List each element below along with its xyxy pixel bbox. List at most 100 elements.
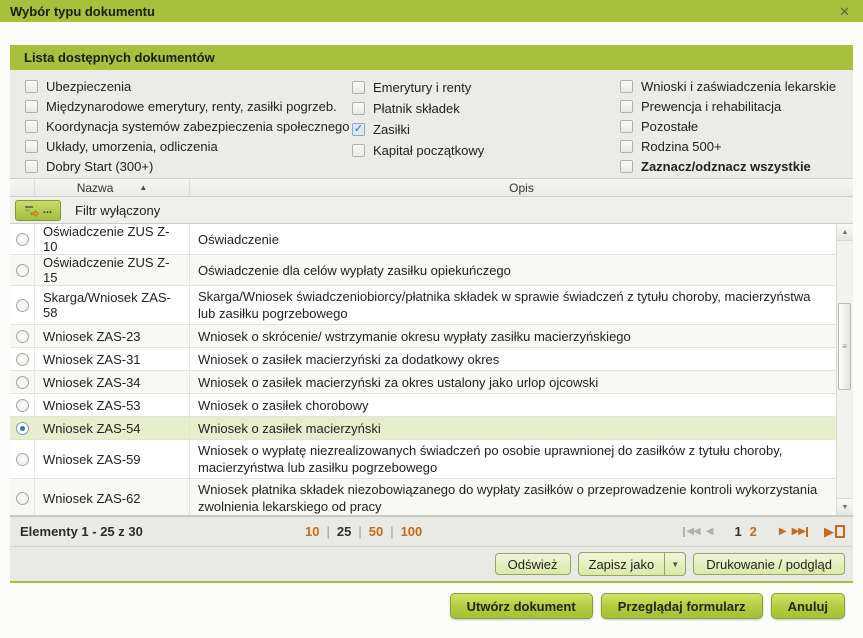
checkbox-icon: ✓ — [620, 140, 633, 153]
table-row[interactable]: Wniosek ZAS-23 Wniosek o skrócenie/ wstr… — [10, 325, 836, 348]
checkbox-icon: ✓ — [352, 123, 365, 136]
checkbox-pozostale[interactable]: ✓ Pozostałe — [620, 119, 853, 135]
checkbox-platnik-skladek[interactable]: ✓ Płatnik składek — [352, 100, 620, 117]
row-name: Oświadczenie ZUS Z-15 — [35, 255, 190, 285]
table-row[interactable]: Wniosek ZAS-53 Wniosek o zasiłek chorobo… — [10, 394, 836, 417]
checkbox-prewencja[interactable]: ✓ Prewencja i rehabilitacja — [620, 99, 853, 115]
cancel-button[interactable]: Anuluj — [771, 593, 845, 619]
goto-page-icon[interactable]: ▶ — [824, 524, 845, 540]
row-name: Wniosek ZAS-23 — [35, 325, 190, 347]
checkbox-ubezpieczenia[interactable]: ✓ Ubezpieczenia — [25, 79, 352, 95]
checkbox-icon: ✓ — [352, 102, 365, 115]
row-radio[interactable] — [10, 479, 35, 516]
page-size-50[interactable]: 50 — [369, 524, 383, 539]
row-desc: Wniosek o zasiłek macierzyński za okres … — [190, 371, 836, 393]
page-size-selector: 10 | 25 | 50 | 100 — [305, 524, 422, 539]
results-summary: Elementy 1 - 25 z 30 — [20, 524, 143, 539]
checkbox-rodzina-500[interactable]: ✓ Rodzina 500+ — [620, 138, 853, 154]
row-radio[interactable] — [10, 417, 35, 439]
table-row[interactable]: Wniosek ZAS-62 Wniosek płatnika składek … — [10, 479, 836, 516]
row-radio[interactable] — [10, 286, 35, 324]
scroll-grip-icon: ≡ — [842, 342, 847, 351]
row-radio[interactable] — [10, 371, 35, 393]
table-header: Nazwa ▲ Opis — [10, 178, 853, 197]
row-radio[interactable] — [10, 394, 35, 416]
table-row[interactable]: Wniosek ZAS-31 Wniosek o zasiłek macierz… — [10, 348, 836, 371]
preview-form-button[interactable]: Przeglądaj formularz — [601, 593, 763, 619]
page-number-1[interactable]: 1 — [734, 524, 741, 539]
table-row[interactable]: Wniosek ZAS-34 Wniosek o zasiłek macierz… — [10, 371, 836, 394]
checkbox-icon: ✓ — [620, 80, 633, 93]
row-radio[interactable] — [10, 348, 35, 370]
first-page-icon[interactable]: ◀◀ — [683, 527, 699, 537]
checkbox-icon: ✓ — [25, 80, 38, 93]
filter-settings-button[interactable]: ... — [15, 200, 61, 221]
print-preview-button[interactable]: Drukowanie / podgląd — [693, 553, 845, 575]
table-row[interactable]: Oświadczenie ZUS Z-15 Oświadczenie dla c… — [10, 255, 836, 286]
radio-icon — [16, 353, 29, 366]
checkbox-kapital-poczatkowy[interactable]: ✓ Kapitał początkowy — [352, 142, 620, 159]
last-page-icon[interactable]: ▶▶ — [792, 527, 808, 537]
table-row[interactable]: Oświadczenie ZUS Z-10 Oświadczenie — [10, 224, 836, 255]
filter-status-label: Filtr wyłączony — [75, 203, 160, 218]
checkbox-icon: ✓ — [620, 100, 633, 113]
row-desc: Wniosek o zasiłek chorobowy — [190, 394, 836, 416]
row-radio[interactable] — [10, 440, 35, 478]
page-size-10[interactable]: 10 — [305, 524, 319, 539]
pagination-bar: Elementy 1 - 25 z 30 10 | 25 | 50 | 100 … — [10, 516, 853, 546]
checkbox-zaznacz-odznacz-wszystkie[interactable]: ✓ Zaznacz/odznacz wszystkie — [620, 158, 853, 174]
page-size-100[interactable]: 100 — [401, 524, 423, 539]
table-row[interactable]: Wniosek ZAS-54 Wniosek o zasiłek macierz… — [10, 417, 836, 440]
page-number-2[interactable]: 2 — [750, 524, 757, 539]
dialog-titlebar: Wybór typu dokumentu ✕ — [0, 0, 863, 22]
scroll-down-icon[interactable]: ▼ — [837, 498, 853, 515]
table-scrollbar[interactable]: ▲ ≡ ▼ — [836, 224, 853, 515]
save-as-dropdown-icon[interactable]: ▼ — [664, 553, 685, 575]
row-desc: Wniosek o zasiłek macierzyński — [190, 417, 836, 439]
panel-title: Lista dostępnych dokumentów — [10, 45, 853, 70]
page-navigation: ◀◀ ◀ 1 2 ▶ ▶▶ ▶ — [683, 524, 845, 540]
row-name: Oświadczenie ZUS Z-10 — [35, 224, 190, 254]
row-desc: Wniosek płatnika składek niezobowiązaneg… — [190, 479, 836, 516]
table-row[interactable]: Skarga/Wniosek ZAS-58 Skarga/Wniosek świ… — [10, 286, 836, 325]
checkbox-icon: ✓ — [25, 120, 38, 133]
close-icon[interactable]: ✕ — [836, 5, 853, 18]
table-row[interactable]: Wniosek ZAS-59 Wniosek o wypłatę niezrea… — [10, 440, 836, 479]
radio-icon — [16, 399, 29, 412]
radio-icon — [16, 453, 29, 466]
sort-asc-icon: ▲ — [139, 183, 147, 192]
checkbox-icon: ✓ — [620, 120, 633, 133]
checkbox-icon: ✓ — [25, 160, 38, 173]
table-filter-row: ... Filtr wyłączony — [10, 197, 853, 224]
checkbox-dobry-start[interactable]: ✓ Dobry Start (300+) — [25, 158, 352, 174]
checkbox-zasilki[interactable]: ✓ Zasiłki — [352, 121, 620, 138]
row-name: Skarga/Wniosek ZAS-58 — [35, 286, 190, 324]
save-as-button[interactable]: Zapisz jako ▼ — [578, 552, 687, 576]
next-page-icon[interactable]: ▶ — [779, 527, 786, 537]
category-filters: ✓ Ubezpieczenia ✓ Międzynarodowe emerytu… — [10, 70, 853, 178]
scroll-thumb[interactable]: ≡ — [838, 303, 851, 390]
create-document-button[interactable]: Utwórz dokument — [450, 593, 593, 619]
column-header-opis[interactable]: Opis — [190, 179, 853, 196]
row-name: Wniosek ZAS-31 — [35, 348, 190, 370]
document-table: Oświadczenie ZUS Z-10 Oświadczenie Oświa… — [10, 224, 853, 516]
filter-column-2: ✓ Emerytury i renty ✓ Płatnik składek ✓ … — [352, 79, 620, 178]
available-documents-panel: Lista dostępnych dokumentów ✓ Ubezpiecze… — [10, 45, 853, 583]
row-desc: Oświadczenie dla celów wypłaty zasiłku o… — [190, 255, 836, 285]
radio-icon — [16, 330, 29, 343]
checkbox-miedzynarodowe-emerytury[interactable]: ✓ Międzynarodowe emerytury, renty, zasił… — [25, 99, 352, 115]
scroll-up-icon[interactable]: ▲ — [837, 224, 853, 241]
row-radio[interactable] — [10, 255, 35, 285]
refresh-button[interactable]: Odśwież — [495, 553, 571, 575]
row-name: Wniosek ZAS-59 — [35, 440, 190, 478]
checkbox-wnioski-lekarskie[interactable]: ✓ Wnioski i zaświadczenia lekarskie — [620, 79, 853, 95]
checkbox-koordynacja-systemow[interactable]: ✓ Koordynacja systemów zabezpieczenia sp… — [25, 119, 352, 135]
dialog-actions: Utwórz dokument Przeglądaj formularz Anu… — [0, 593, 845, 619]
checkbox-uklady-umorzenia[interactable]: ✓ Układy, umorzenia, odliczenia — [25, 138, 352, 154]
checkbox-emerytury-i-renty[interactable]: ✓ Emerytury i renty — [352, 79, 620, 96]
prev-page-icon[interactable]: ◀ — [706, 527, 713, 537]
page-size-25[interactable]: 25 — [337, 524, 351, 539]
row-radio[interactable] — [10, 224, 35, 254]
row-radio[interactable] — [10, 325, 35, 347]
column-header-nazwa[interactable]: Nazwa ▲ — [35, 179, 190, 196]
